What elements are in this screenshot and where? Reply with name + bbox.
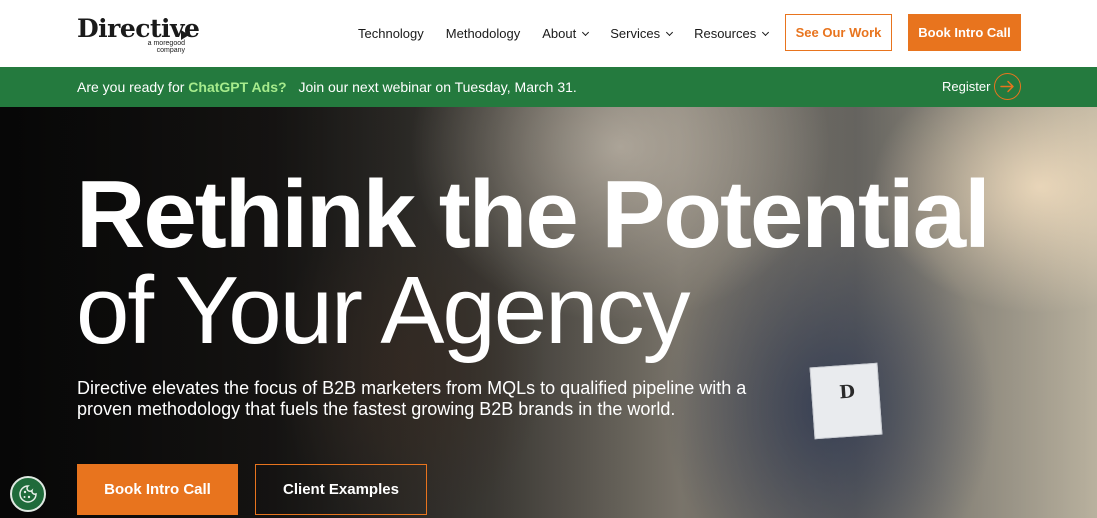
nav-item-resources[interactable]: Resources — [694, 26, 770, 41]
cookie-icon — [19, 485, 37, 503]
nav-item-services[interactable]: Services — [610, 26, 674, 41]
name-badge-image: D — [809, 362, 883, 440]
badge-logo-icon: D — [838, 381, 856, 404]
announcement-bar: Are you ready for ChatGPT Ads? Join our … — [0, 67, 1097, 107]
register-link[interactable]: Register — [942, 79, 990, 94]
nav-item-label: About — [542, 26, 577, 41]
nav-item-technology[interactable]: Technology — [358, 26, 424, 41]
announcement-text: Are you ready for ChatGPT Ads? Join our … — [77, 79, 577, 95]
chevron-down-icon — [666, 28, 674, 36]
nav-item-label: Methodology — [445, 26, 521, 41]
book-intro-call-button[interactable]: Book Intro Call — [908, 14, 1021, 51]
main-nav: Technology Methodology About Services Re… — [358, 0, 790, 67]
see-our-work-button[interactable]: See Our Work — [785, 14, 892, 51]
logo-arrow-icon — [181, 30, 189, 40]
client-examples-button[interactable]: Client Examples — [255, 464, 427, 515]
nav-item-label: Services — [610, 26, 661, 41]
hero-title: Rethink the Potential of Your Agency — [76, 161, 991, 364]
hero-section: D Rethink the Potential of Your Agency D… — [0, 107, 1097, 518]
hero-subtitle: Directive elevates the focus of B2B mark… — [77, 378, 747, 419]
logo-tagline: a moregood company — [147, 40, 185, 54]
nav-item-label: Resources — [694, 26, 757, 41]
hero-title-line1: Rethink the Potential — [76, 161, 991, 268]
directive-logo[interactable]: Directive a moregood company — [77, 14, 200, 56]
arrow-right-icon — [1000, 80, 1014, 93]
chevron-down-icon — [762, 28, 770, 36]
nav-item-label: Technology — [358, 26, 424, 41]
hero-title-line2: of Your Agency — [76, 257, 691, 364]
chevron-down-icon — [582, 28, 590, 36]
nav-item-about[interactable]: About — [542, 26, 590, 41]
site-header: Directive a moregood company Technology … — [0, 0, 1097, 67]
cookie-settings-button[interactable] — [10, 476, 46, 512]
announcement-message: Join our next webinar on Tuesday, March … — [298, 79, 577, 95]
nav-item-methodology[interactable]: Methodology — [446, 26, 520, 41]
announcement-prefix: Are you ready for — [77, 79, 185, 95]
register-arrow-button[interactable] — [994, 73, 1021, 100]
announcement-highlight[interactable]: ChatGPT Ads? — [188, 79, 286, 95]
hero-book-intro-call-button[interactable]: Book Intro Call — [77, 464, 238, 515]
